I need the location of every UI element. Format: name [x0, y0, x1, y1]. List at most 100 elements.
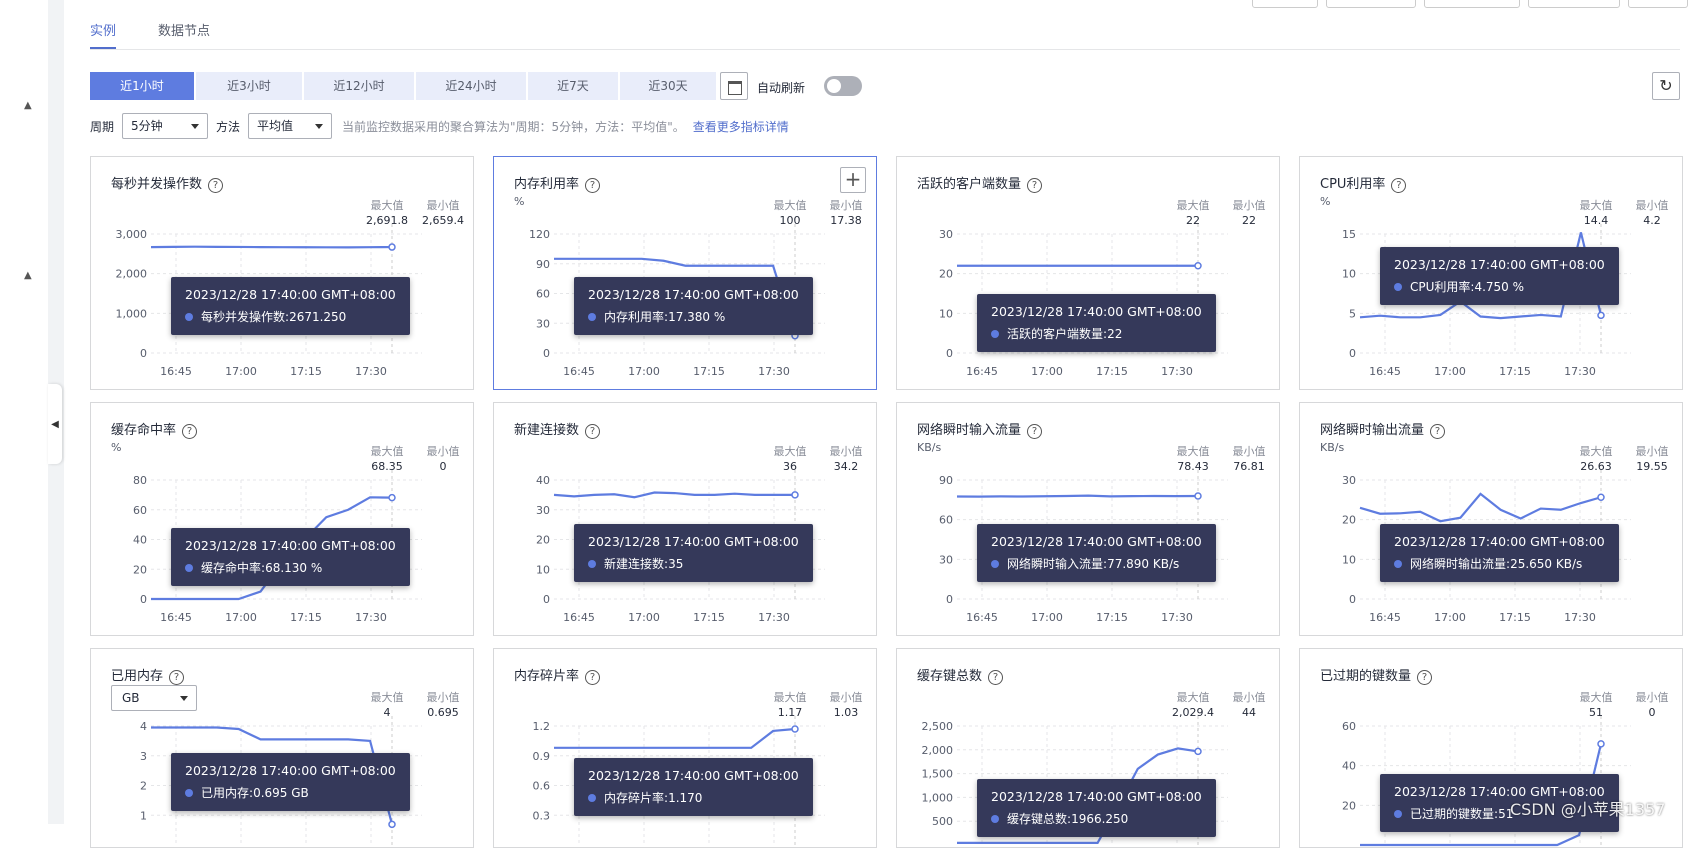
method-select-value: 平均值 [257, 119, 294, 133]
metric-card: CPU利用率?% 最大值 最小值 14.4 4.2 0 5 10 15 16:45 17:00 17:… [1299, 156, 1683, 390]
data-point [388, 820, 396, 829]
series-dot-icon [1394, 282, 1402, 291]
x-tick-label: 16:45 [563, 611, 595, 624]
range-7d-button[interactable]: 近7天 [528, 72, 618, 100]
chart-tooltip: 2023/12/28 17:40:00 GMT+08:00 活跃的客户端数量: 2… [977, 294, 1216, 352]
metric-line-chart: 最大值 最小值 2,691.8 2,659.4 0 1,000 2,000 3,000 16:4… [116, 198, 465, 378]
range-12h-button[interactable]: 近12小时 [304, 72, 414, 100]
data-point [1194, 492, 1202, 500]
tooltip-value: 35 [668, 556, 684, 571]
tab-instance[interactable]: 实例 [90, 20, 117, 49]
min-value: 22 [1242, 214, 1256, 227]
range-3h-button[interactable]: 近3小时 [196, 72, 302, 100]
series-dot-icon [185, 312, 193, 321]
x-tick-label: 17:15 [693, 365, 725, 378]
data-point [791, 725, 799, 733]
x-tick-label: 16:45 [966, 365, 998, 378]
x-tick-label: 17:30 [355, 365, 387, 378]
tooltip-time: 2023/12/28 17:40:00 GMT+08:00 [991, 304, 1202, 319]
period-select[interactable]: 5分钟 [122, 113, 209, 139]
max-label: 最大值 [1580, 690, 1613, 704]
y-tick-label: 20 [939, 268, 953, 281]
metric-card: 新建连接数? 最大值 最小值 36 34.2 0 10 20 30 40 16:45 17:00 17:… [493, 402, 877, 636]
aggregation-note-text: 当前监控数据采用的聚合算法为"周期：5分钟，方法：平均值"。 [342, 119, 685, 134]
y-tick-label: 2,000 [922, 744, 954, 757]
y-tick-label: 30 [536, 504, 550, 517]
y-tick-label: 60 [536, 288, 550, 301]
x-tick-label: 17:30 [1564, 365, 1596, 378]
x-tick-label: 16:45 [160, 611, 192, 624]
chart-tooltip: 2023/12/28 17:40:00 GMT+08:00 内存利用率: 17.3… [574, 277, 813, 335]
x-tick-label: 17:00 [225, 611, 257, 624]
chart-tooltip: 2023/12/28 17:40:00 GMT+08:00 网络瞬时输出流量: 2… [1380, 524, 1619, 582]
method-select[interactable]: 平均值 [248, 113, 333, 139]
tooltip-time: 2023/12/28 17:40:00 GMT+08:00 [991, 534, 1202, 549]
max-value: 100 [780, 214, 801, 227]
data-point [388, 243, 396, 251]
tooltip-time: 2023/12/28 17:40:00 GMT+08:00 [588, 287, 799, 302]
y-tick-label: 2,500 [922, 720, 954, 733]
refresh-icon[interactable]: ↻ [1652, 72, 1680, 100]
min-value: 2,659.4 [422, 214, 464, 227]
series-line [553, 491, 795, 499]
x-tick-label: 17:30 [758, 365, 790, 378]
max-label: 最大值 [774, 198, 807, 212]
tab-data-node[interactable]: 数据节点 [158, 20, 210, 39]
y-tick-label: 20 [133, 563, 147, 576]
tooltip-row: 缓存键总数: 1966.250 [991, 810, 1202, 827]
max-label: 最大值 [1177, 444, 1210, 458]
tooltip-value: 1966.250 [1071, 811, 1129, 826]
tooltip-series: 缓存命中率 [201, 561, 262, 575]
y-tick-label: 0 [946, 593, 953, 606]
range-30d-button[interactable]: 近30天 [620, 72, 716, 100]
tooltip-row: 内存利用率: 17.380 % [588, 308, 799, 325]
max-label: 最大值 [371, 198, 404, 212]
y-tick-label: 80 [133, 474, 147, 487]
max-label: 最大值 [774, 444, 807, 458]
metric-line-chart: 最大值 最小值 26.63 19.55 0 10 20 30 16:45 17:00 17:15 17… [1342, 444, 1669, 624]
auto-refresh-toggle[interactable] [824, 76, 862, 96]
max-label: 最大值 [774, 690, 807, 704]
time-range-group: 近1小时 近3小时 近12小时 近24小时 近7天 近30天 [90, 72, 718, 100]
max-label: 最大值 [1177, 690, 1210, 704]
metric-line-chart: 最大值 最小值 68.35 0 0 20 40 60 80 16:45 17:00 17:15 17:3… [133, 444, 460, 624]
collapse-left-icon[interactable]: ◀ [48, 384, 62, 464]
y-tick-label: 0.9 [533, 750, 551, 763]
min-label: 最小值 [830, 691, 863, 704]
y-tick-label: 20 [1342, 514, 1356, 527]
min-value: 0.695 [427, 706, 459, 719]
tooltip-time: 2023/12/28 17:40:00 GMT+08:00 [991, 789, 1202, 804]
series-dot-icon [1394, 559, 1402, 568]
tooltip-row: 网络瞬时输出流量: 25.650 KB/s [1394, 555, 1605, 572]
chevron-down-icon [191, 124, 200, 129]
x-tick-label: 17:00 [628, 365, 660, 378]
series-line [956, 494, 1199, 498]
tooltip-time: 2023/12/28 17:40:00 GMT+08:00 [185, 763, 396, 778]
tab-bar: 实例 数据节点 [90, 0, 1680, 50]
metric-line-chart: 最大值 最小值36 34.201020304016:45 17:00 17:15 17:3… [536, 444, 863, 624]
calendar-icon[interactable] [720, 72, 748, 100]
expand-up-icon[interactable]: ▲ [24, 270, 32, 281]
max-value: 4 [384, 706, 391, 719]
y-tick-label: 90 [536, 258, 550, 271]
tooltip-time: 2023/12/28 17:40:00 GMT+08:00 [588, 768, 799, 783]
x-tick-label: 17:15 [290, 611, 322, 624]
y-tick-label: 1 [140, 809, 147, 822]
min-label: 最小值 [1636, 691, 1669, 704]
series-dot-icon [991, 814, 999, 823]
expand-up-icon[interactable]: ▲ [24, 100, 32, 111]
range-1h-button[interactable]: 近1小时 [90, 72, 194, 100]
x-tick-label: 16:45 [160, 365, 192, 378]
x-tick-label: 17:30 [1161, 611, 1193, 624]
tooltip-value: 2671.250 [289, 309, 347, 324]
metric-details-link[interactable]: 查看更多指标详情 [693, 120, 789, 134]
y-tick-label: 4 [140, 720, 147, 733]
period-label: 周期 [90, 119, 115, 134]
chart-tooltip: 2023/12/28 17:40:00 GMT+08:00 已用内存: 0.695… [171, 753, 410, 811]
chevron-down-icon [315, 124, 324, 129]
tooltip-time: 2023/12/28 17:40:00 GMT+08:00 [1394, 534, 1605, 549]
series-dot-icon [1394, 809, 1402, 818]
y-tick-label: 30 [1342, 474, 1356, 487]
tooltip-value: 17.380 % [668, 309, 726, 324]
range-24h-button[interactable]: 近24小时 [416, 72, 526, 100]
